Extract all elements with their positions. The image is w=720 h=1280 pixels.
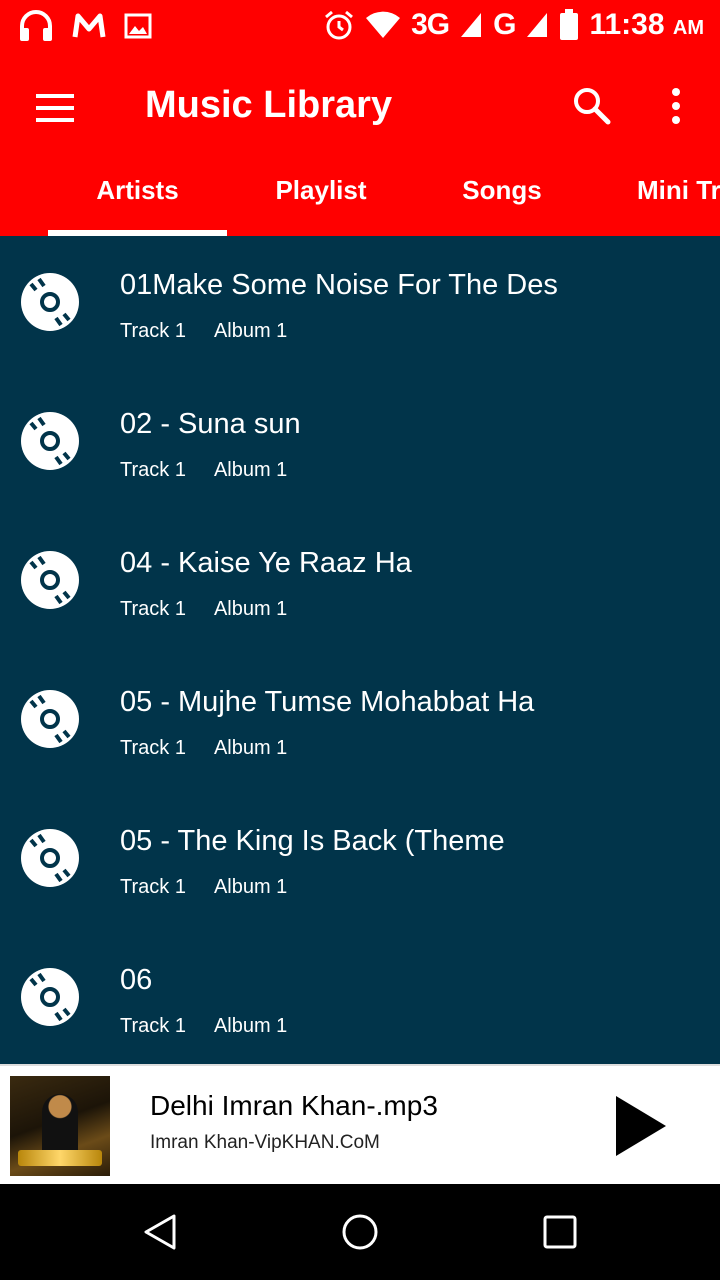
track-number: Track 1 [120,459,186,481]
album-name: Album 1 [213,876,288,898]
disc-icon [21,273,79,331]
play-icon[interactable] [610,1094,670,1158]
list-item[interactable]: 01Make Some Noise For The Des Track 1 Alb… [0,236,720,375]
album-name: Album 1 [213,737,288,759]
navigation-bar [0,1184,720,1280]
track-number: Track 1 [120,876,186,898]
network-type-label-2: G [493,8,516,41]
tab-artists[interactable]: Artists [48,162,227,236]
wifi-icon [366,11,401,38]
signal-icon [461,13,482,37]
album-name: Album 1 [213,459,288,481]
track-meta: Track 1 Album 1 [120,598,315,621]
battery-icon [560,9,579,40]
gmail-icon [72,13,106,38]
list-item[interactable]: 02 - Suna sun Track 1 Album 1 [0,375,720,514]
tab-bar: Artists Playlist Songs Mini Tr [0,162,720,236]
hamburger-menu-icon[interactable] [36,92,76,124]
track-title: 04 - Kaise Ye Raaz Ha [120,547,412,579]
disc-icon [21,412,79,470]
tab-songs[interactable]: Songs [412,162,592,236]
now-playing-title: Delhi Imran Khan-.mp3 [150,1090,438,1121]
back-icon[interactable] [140,1212,180,1252]
disc-icon [21,551,79,609]
track-number: Track 1 [120,598,186,620]
track-meta: Track 1 Album 1 [120,876,315,899]
image-icon [124,13,152,39]
track-title: 01Make Some Noise For The Des [120,269,558,301]
disc-icon [21,968,79,1026]
disc-icon [21,829,79,887]
status-bar: 3G G 11:38 AM [0,0,720,54]
album-name: Album 1 [213,320,288,342]
track-meta: Track 1 Album 1 [120,320,315,343]
now-playing-artist: Imran Khan-VipKHAN.CoM [150,1132,380,1153]
list-item[interactable]: 04 - Kaise Ye Raaz Ha Track 1 Album 1 [0,514,720,653]
track-number: Track 1 [120,737,186,759]
tab-mini-tr[interactable]: Mini Tr [637,162,720,236]
headphones-icon [20,10,52,41]
album-art-logo [18,1150,102,1166]
now-playing-bar[interactable]: Delhi Imran Khan-.mp3 Imran Khan-VipKHAN… [0,1064,720,1184]
recent-apps-icon[interactable] [540,1212,580,1252]
clock: 11:38 AM [589,8,704,41]
track-meta: Track 1 Album 1 [120,1015,315,1038]
alarm-icon [325,10,354,40]
track-title: 05 - Mujhe Tumse Mohabbat Ha [120,686,535,718]
list-item[interactable]: 06 Track 1 Album 1 [0,931,720,1064]
track-list: 01Make Some Noise For The Des Track 1 Alb… [0,236,720,1064]
home-icon[interactable] [340,1212,380,1252]
app-bar: Music Library [0,54,720,162]
track-meta: Track 1 Album 1 [120,737,315,760]
track-number: Track 1 [120,1015,186,1037]
track-title: 02 - Suna sun [120,408,301,440]
album-name: Album 1 [213,1015,288,1037]
list-item[interactable]: 05 - Mujhe Tumse Mohabbat Ha Track 1 Albu… [0,653,720,792]
track-meta: Track 1 Album 1 [120,459,315,482]
list-item[interactable]: 05 - The King Is Back (Theme Track 1 Albu… [0,792,720,931]
signal-icon-2 [527,13,548,37]
disc-icon [21,690,79,748]
search-icon[interactable] [570,84,614,128]
tab-playlist[interactable]: Playlist [231,162,411,236]
more-vertical-icon[interactable] [664,84,688,128]
album-art [10,1076,110,1176]
track-number: Track 1 [120,320,186,342]
network-type-label: 3G [411,8,450,41]
album-name: Album 1 [213,598,288,620]
track-title: 05 - The King Is Back (Theme [120,825,505,857]
page-title: Music Library [145,84,393,126]
track-title: 06 [120,964,153,996]
